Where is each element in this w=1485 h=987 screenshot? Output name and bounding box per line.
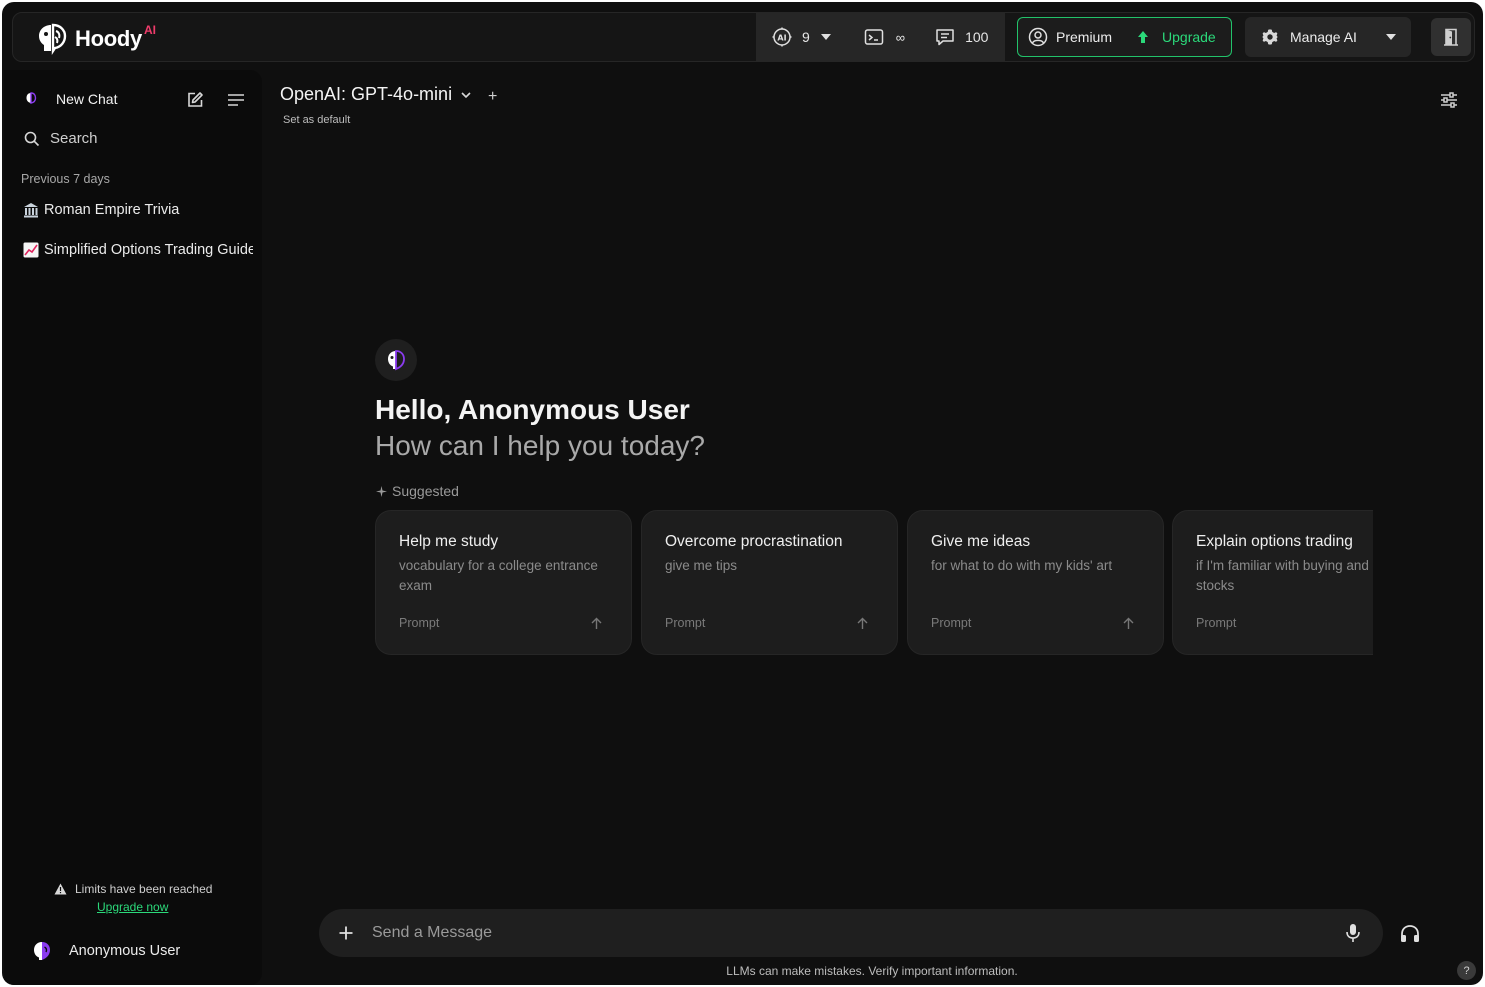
model-selector[interactable]: OpenAI: GPT-4o-mini [280, 84, 472, 105]
suggested-label: Suggested [376, 483, 459, 499]
microphone-icon[interactable] [1344, 923, 1362, 943]
limits-text: Limits have been reached [75, 882, 213, 896]
card-subtitle: vocabulary for a college entrance exam [399, 558, 598, 593]
limits-notice: Limits have been reached [54, 882, 212, 896]
edit-icon[interactable] [186, 91, 204, 109]
message-input[interactable] [372, 924, 1332, 942]
manage-ai-label: Manage AI [1290, 29, 1357, 45]
chat-history-item[interactable]: Roman Empire Trivia [23, 202, 253, 218]
card-prompt-label: Prompt [1196, 616, 1237, 630]
message-composer [319, 909, 1383, 957]
chat-title: Simplified Options Trading Guide [44, 242, 253, 258]
suggestion-card[interactable]: Help me study vocabulary for a college e… [375, 510, 632, 655]
sidebar: New Chat Search Previous 7 days Roman Em… [4, 70, 262, 985]
card-title: Overcome procrastination [665, 533, 843, 550]
warning-icon [54, 883, 67, 895]
suggestion-card[interactable]: Give me ideas for what to do with my kid… [907, 510, 1164, 655]
search-button[interactable]: Search [24, 130, 98, 147]
avatar-icon [34, 942, 50, 960]
terminal-count: ∞ [895, 29, 906, 45]
terminal-icon [864, 29, 884, 45]
menu-icon[interactable] [227, 92, 245, 108]
suggestion-card[interactable]: Overcome procrastination give me tips Pr… [641, 510, 898, 655]
suggestion-cards: Help me study vocabulary for a college e… [375, 510, 1373, 656]
user-name: Anonymous User [69, 943, 181, 959]
brain-logo-icon [388, 350, 405, 371]
card-subtitle: if I'm familiar with buying and selling … [1196, 558, 1373, 593]
arrow-up-icon [1123, 617, 1134, 629]
premium-label: Premium [1056, 29, 1113, 45]
ai-chip-icon: AI [772, 27, 792, 47]
arrow-up-icon [1138, 31, 1149, 43]
arrow-up-icon [591, 617, 602, 629]
assistant-avatar [375, 339, 417, 381]
card-prompt-label: Prompt [665, 616, 706, 630]
new-chat-label: New Chat [56, 91, 118, 107]
suggestion-card[interactable]: Explain options trading if I'm familiar … [1172, 510, 1373, 655]
user-circle-icon [1028, 27, 1048, 47]
premium-badge[interactable]: Premium [1028, 27, 1112, 47]
brain-logo-icon [39, 23, 67, 55]
chevron-down-icon [461, 91, 471, 98]
brand-superscript: AI [143, 23, 156, 37]
greeting-title: Hello, Anonymous User [375, 394, 690, 425]
door-icon [1444, 28, 1458, 46]
set-as-default-link[interactable]: Set as default [283, 114, 350, 126]
greeting-subtitle: How can I help you today? [375, 430, 705, 461]
chat-title: Roman Empire Trivia [44, 202, 180, 218]
model-name: OpenAI: GPT-4o-mini [280, 84, 453, 104]
sparkle-icon [376, 485, 387, 497]
gear-icon [1262, 29, 1278, 45]
new-chat-button[interactable]: New Chat [22, 90, 117, 108]
ai-models-count: 9 [802, 29, 810, 45]
usage-stats: AI 9 ∞ 100 [756, 13, 1005, 61]
chevron-down-icon [1385, 34, 1396, 40]
brand-logo[interactable]: Hoody AI [35, 21, 156, 55]
card-title: Help me study [399, 533, 499, 550]
help-button[interactable]: ? [1457, 961, 1476, 980]
manage-ai-dropdown[interactable]: Manage AI [1245, 17, 1411, 57]
card-title: Explain options trading [1196, 533, 1353, 550]
upgrade-label: Upgrade [1162, 29, 1216, 45]
section-previous-7-days: Previous 7 days [21, 172, 110, 186]
sliders-icon[interactable] [1440, 91, 1458, 109]
card-subtitle: give me tips [665, 558, 738, 573]
card-prompt-label: Prompt [399, 616, 440, 630]
ai-models-dropdown[interactable]: AI 9 [772, 27, 832, 47]
app-window: Hoody AI AI 9 ∞ 100 Premium Upgrade Mana… [2, 2, 1483, 985]
svg-text:AI: AI [777, 34, 786, 43]
upgrade-button[interactable]: Upgrade [1136, 29, 1216, 45]
user-profile[interactable]: Anonymous User [30, 939, 180, 963]
card-subtitle: for what to do with my kids' art [931, 558, 1113, 573]
headphones-icon[interactable] [1399, 923, 1421, 945]
brain-logo-icon [26, 92, 37, 104]
search-label: Search [50, 130, 98, 147]
classical-building-icon [23, 202, 39, 218]
card-prompt-label: Prompt [931, 616, 972, 630]
terminal-stat[interactable]: ∞ [864, 27, 905, 47]
disclaimer: LLMs can make mistakes. Verify important… [2, 964, 1483, 978]
chat-history-item[interactable]: Simplified Options Trading Guide [23, 242, 253, 258]
disclaimer-text: LLMs can make mistakes. Verify important… [726, 964, 1018, 978]
chevron-down-icon [820, 34, 831, 40]
upgrade-now-link[interactable]: Upgrade now [97, 900, 168, 914]
plus-icon[interactable] [338, 925, 354, 941]
search-icon [24, 131, 40, 146]
messages-stat[interactable]: 100 [935, 27, 988, 47]
brand-name: Hoody [75, 26, 142, 51]
add-model-button[interactable]: + [488, 88, 497, 106]
chart-increasing-icon [23, 242, 39, 258]
plan-box: Premium Upgrade [1017, 17, 1232, 57]
top-bar: Hoody AI AI 9 ∞ 100 Premium Upgrade Mana… [12, 12, 1475, 62]
arrow-up-icon [857, 617, 868, 629]
suggested-text: Suggested [392, 483, 459, 499]
message-icon [936, 29, 954, 46]
exit-button[interactable] [1431, 18, 1471, 56]
card-title: Give me ideas [931, 533, 1031, 550]
messages-count: 100 [965, 29, 989, 45]
